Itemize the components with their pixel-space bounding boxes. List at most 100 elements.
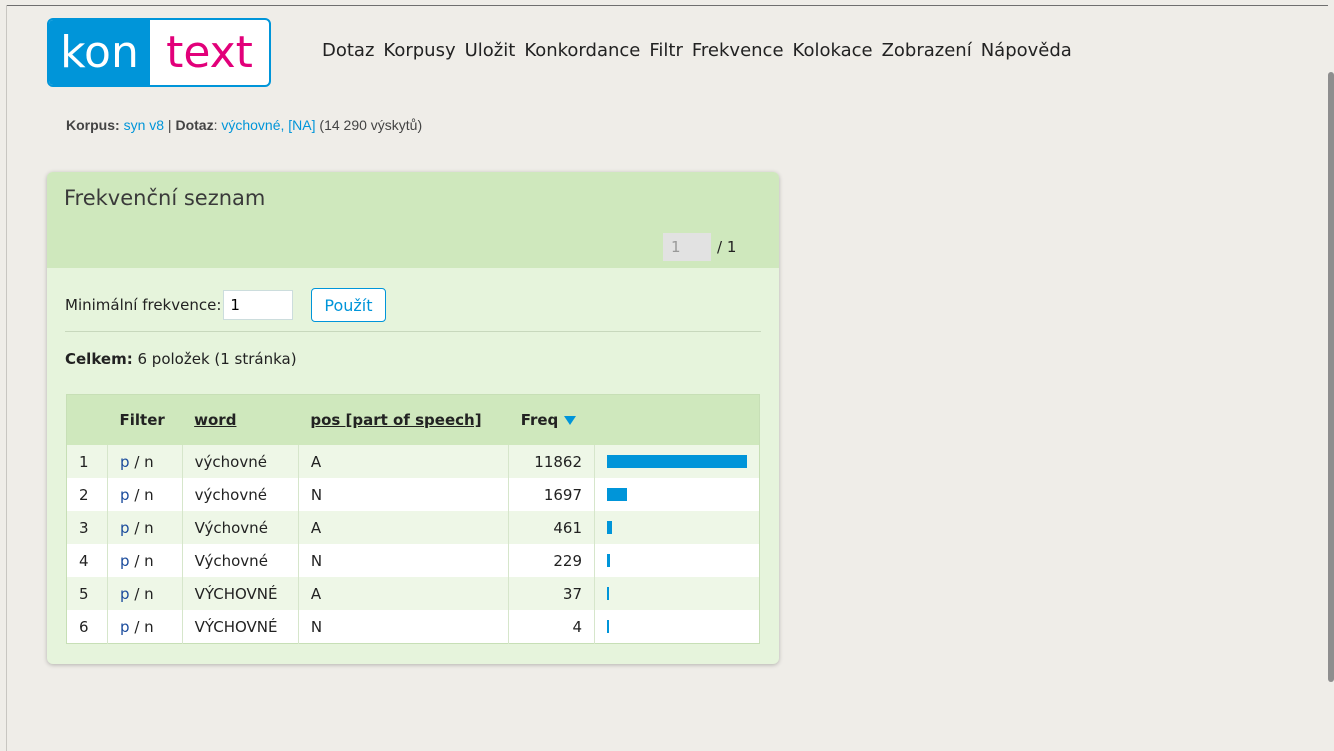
pos-cell: N (297, 610, 509, 644)
row-number: 1 (79, 452, 89, 471)
row-number: 3 (79, 518, 89, 537)
freq-cell: 229 (508, 544, 595, 577)
kontext-logo[interactable]: kon text (47, 18, 271, 87)
menu-item-korpusy[interactable]: Korpusy (383, 40, 455, 61)
header-word[interactable]: word (182, 395, 298, 446)
freq-cell: 37 (508, 577, 595, 610)
filter-separator: / (134, 452, 145, 471)
positive-filter-link[interactable]: p (120, 618, 130, 636)
corpus-label: Korpus: (66, 117, 120, 133)
menu-item-frekvence[interactable]: Frekvence (692, 40, 784, 61)
hits-count: (14 290 výskytů) (319, 117, 423, 133)
pos-cell: A (297, 511, 509, 544)
word-cell: VÝCHOVNÉ (181, 610, 299, 644)
filter-separator: / (134, 485, 145, 504)
total-value: 6 položek (1 stránka) (137, 350, 297, 368)
negative-filter-link[interactable]: n (144, 486, 154, 504)
header-filter: Filter (119, 411, 165, 429)
left-border (6, 5, 7, 751)
menu-item-napoveda[interactable]: Nápověda (981, 40, 1072, 61)
row-number: 6 (79, 617, 89, 636)
pos-cell: A (297, 577, 509, 610)
menu-item-ulozit[interactable]: Uložit (465, 40, 516, 61)
negative-filter-link[interactable]: n (144, 552, 154, 570)
pager: / 1 (663, 233, 736, 261)
filter-separator: / (134, 551, 145, 570)
header-freq[interactable]: Freq (509, 395, 595, 446)
page-number-input[interactable] (663, 233, 711, 261)
negative-filter-link[interactable]: n (144, 519, 154, 537)
freq-cell: 461 (508, 511, 595, 544)
pos-cell: N (297, 478, 509, 511)
min-frequency-row: Minimální frekvence: Použít (65, 288, 761, 322)
word-cell: VÝCHOVNÉ (181, 577, 299, 610)
breadcrumb-separator: | (167, 117, 172, 133)
filter-links: p / n (107, 577, 183, 610)
apply-button[interactable]: Použít (311, 288, 386, 322)
positive-filter-link[interactable]: p (120, 453, 130, 471)
filter-links: p / n (107, 610, 183, 644)
header-freq-label[interactable]: Freq (521, 411, 559, 429)
positive-filter-link[interactable]: p (120, 552, 130, 570)
header-rownum (67, 395, 108, 446)
table-row: 6 p / n VÝCHOVNÉ N 4 (66, 610, 760, 644)
positive-filter-link[interactable]: p (120, 486, 130, 504)
negative-filter-link[interactable]: n (144, 453, 154, 471)
freq-cell: 11862 (508, 445, 595, 478)
table-row: 3 p / n Výchovné A 461 (66, 511, 760, 544)
panel-header: Frekvenční seznam / 1 (47, 172, 779, 268)
negative-filter-link[interactable]: n (144, 585, 154, 603)
freq-cell: 4 (508, 610, 595, 644)
query-link[interactable]: výchovné, [NA] (221, 117, 315, 133)
table-row: 5 p / n VÝCHOVNÉ A 37 (66, 577, 760, 610)
freq-bar (607, 521, 612, 534)
positive-filter-link[interactable]: p (120, 519, 130, 537)
menu-item-zobrazeni[interactable]: Zobrazení (882, 40, 972, 61)
freq-bar (607, 455, 747, 468)
corpus-link[interactable]: syn v8 (124, 117, 164, 133)
menu-item-dotaz[interactable]: Dotaz (322, 40, 374, 61)
query-label: Dotaz (175, 117, 214, 133)
filter-separator: / (134, 617, 145, 636)
filter-links: p / n (107, 445, 183, 478)
freq-cell: 1697 (508, 478, 595, 511)
query-breadcrumb: Korpus: syn v8 | Dotaz: výchovné, [NA] (… (66, 117, 422, 133)
menu-item-konkordance[interactable]: Konkordance (524, 40, 640, 61)
bar-cell (594, 577, 760, 610)
header-pos[interactable]: pos [part of speech] (298, 395, 508, 446)
scrollbar[interactable] (1328, 72, 1334, 682)
word-cell: Výchovné (181, 544, 299, 577)
menu-item-filtr[interactable]: Filtr (649, 40, 683, 61)
positive-filter-link[interactable]: p (120, 585, 130, 603)
header-pos-label[interactable]: pos [part of speech] (310, 411, 481, 429)
table-row: 1 p / n výchovné A 11862 (66, 445, 760, 478)
menu-item-kolokace[interactable]: Kolokace (793, 40, 873, 61)
pos-cell: N (297, 544, 509, 577)
filter-links: p / n (107, 478, 183, 511)
filter-links: p / n (107, 544, 183, 577)
bar-cell (594, 478, 760, 511)
bar-cell (594, 544, 760, 577)
freq-controls: Minimální frekvence: Použít Celkem: 6 po… (65, 288, 761, 368)
frequency-panel: Frekvenční seznam / 1 Minimální frekvenc… (47, 172, 779, 664)
bar-cell (594, 610, 760, 644)
word-cell: výchovné (181, 445, 299, 478)
negative-filter-link[interactable]: n (144, 618, 154, 636)
top-border (6, 5, 1328, 6)
divider (65, 331, 761, 332)
frequency-table: Filter word pos [part of speech] Freq 1 … (66, 394, 760, 644)
sort-desc-icon (564, 416, 577, 425)
min-frequency-input[interactable] (223, 290, 294, 320)
header-bar (595, 395, 760, 446)
filter-links: p / n (107, 511, 183, 544)
freq-bar (607, 587, 609, 600)
panel-title: Frekvenční seznam (64, 186, 266, 210)
table-row: 2 p / n výchovné N 1697 (66, 478, 760, 511)
freq-bar (607, 554, 610, 567)
header-word-label[interactable]: word (194, 411, 236, 429)
main-menu: Dotaz Korpusy Uložit Konkordance Filtr F… (322, 40, 1081, 61)
filter-separator: / (134, 518, 145, 537)
pos-cell: A (297, 445, 509, 478)
bar-cell (594, 445, 760, 478)
total-label: Celkem: (65, 350, 133, 368)
